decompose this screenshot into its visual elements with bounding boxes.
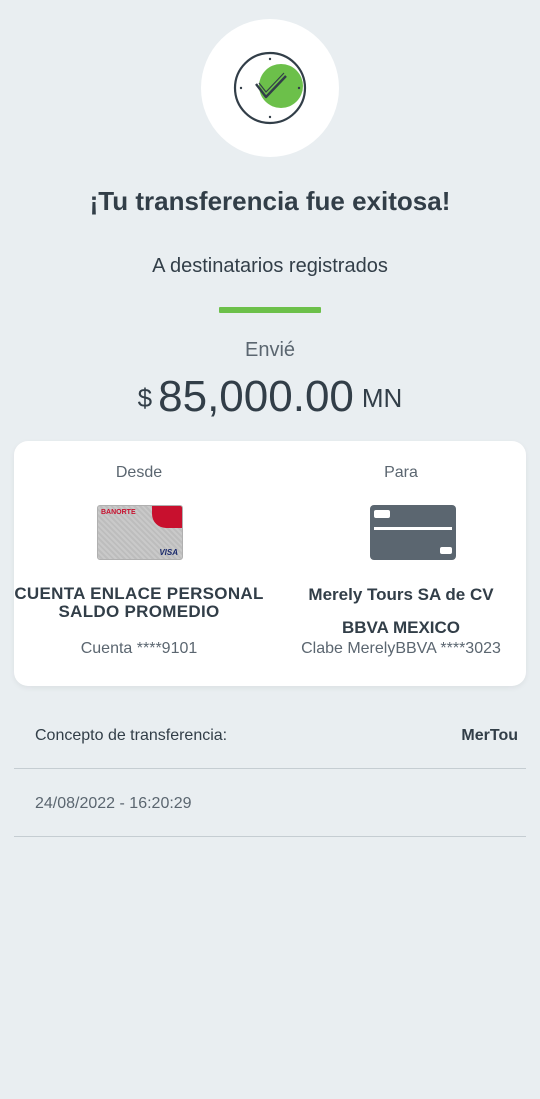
to-label: Para (384, 464, 418, 481)
amount: $85,000.00 MN (0, 372, 540, 422)
card-brand: BANORTE (101, 509, 136, 516)
concept-label: Concepto de transferencia: (35, 727, 228, 744)
page-title: ¡Tu transferencia fue exitosa! (89, 186, 451, 216)
bank-card-image: BANORTE VISA (97, 505, 183, 560)
success-badge (201, 19, 339, 157)
card-network: VISA (159, 548, 178, 557)
amount-value: 85,000.00 (158, 372, 354, 421)
page-subtitle: A destinatarios registrados (152, 255, 388, 277)
currency-symbol: $ (137, 383, 153, 413)
credit-card-icon (370, 505, 456, 560)
check-clock-icon (233, 51, 307, 125)
accent-divider (219, 307, 321, 313)
from-account-number: Cuenta ****9101 (80, 640, 198, 657)
from-account-name: CUENTA ENLACE PERSONAL SALDO PROMEDIO (14, 584, 264, 621)
datetime-row: 24/08/2022 - 16:20:29 (14, 769, 526, 837)
recipient-name: Merely Tours SA de CV (308, 585, 494, 604)
sent-label: Envié (244, 339, 296, 361)
transfer-datetime: 24/08/2022 - 16:20:29 (35, 795, 192, 812)
concept-value: MerTou (461, 727, 518, 744)
from-label: Desde (115, 464, 163, 481)
recipient-account: Clabe MerelyBBVA ****3023 (301, 640, 501, 657)
concept-row: Concepto de transferencia: MerTou (14, 701, 526, 769)
to-account: Para Merely Tours SA de CV BBVA MEXICO C… (276, 441, 526, 686)
from-account: Desde BANORTE VISA CUENTA ENLACE PERSONA… (14, 441, 264, 686)
card-corner-decoration (152, 506, 182, 528)
currency-unit: MN (361, 383, 403, 413)
recipient-bank: BBVA MEXICO (341, 618, 461, 637)
transfer-summary-card: Desde BANORTE VISA CUENTA ENLACE PERSONA… (14, 441, 526, 686)
